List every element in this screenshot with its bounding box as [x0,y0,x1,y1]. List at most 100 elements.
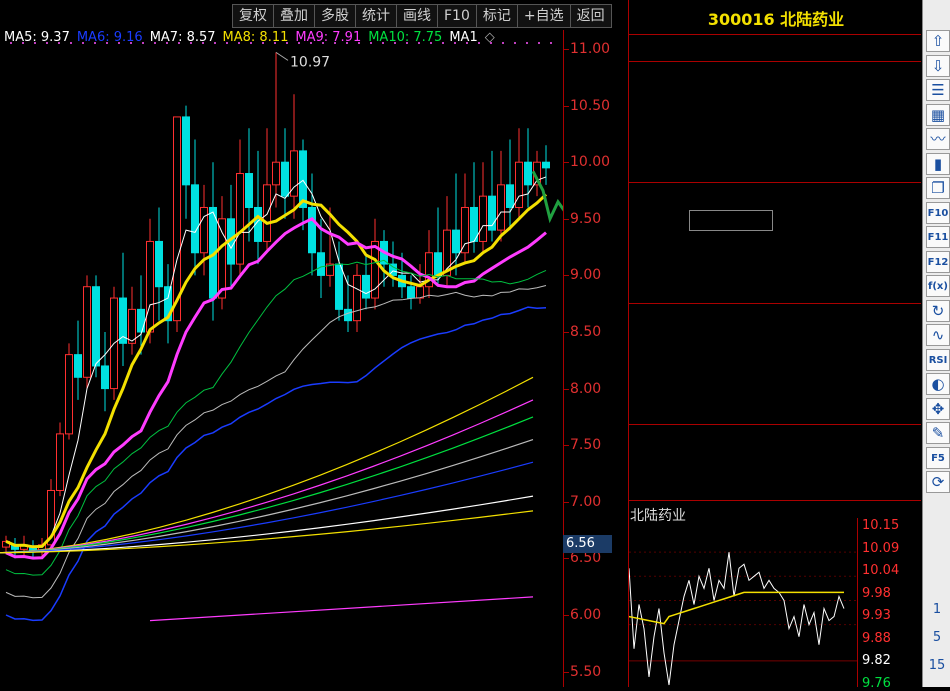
candle-body [173,116,181,322]
refresh-icon[interactable]: ↻ [926,299,950,322]
period-number[interactable]: 5 [923,630,950,645]
legend-dot [34,42,36,44]
intraday-price-tick: 9.98 [862,585,891,601]
legend-dot [526,42,528,44]
bid-row [629,281,921,304]
move-icon[interactable]: ✥ [926,397,950,420]
legend-dot [454,42,456,44]
intraday-chart[interactable] [629,518,857,687]
legend-dot [238,42,240,44]
legend-dot [298,42,300,44]
period-number[interactable]: 1 [923,602,950,617]
stock-title[interactable]: 300016 北陆药业 [629,6,923,30]
toolbar-button-4[interactable]: 画线 [396,4,438,28]
tick-mark [564,162,569,164]
legend-dot [166,42,168,44]
copy-icon[interactable]: ❐ [926,177,950,199]
legend-dot [154,42,156,44]
tick-mark [564,558,569,560]
toolbar-button-2[interactable]: 多股 [314,4,356,28]
stat-row [629,378,921,401]
bid-row [629,209,921,232]
legend-dot [10,42,12,44]
price-tick: 10.00 [570,154,611,171]
pencil-icon[interactable]: ✎ [926,422,950,444]
weibi-row [629,37,921,60]
down-arrow-icon[interactable]: ⇩ [926,54,950,77]
candle-body [92,286,100,367]
tick-mark [564,445,569,447]
ask-row [629,112,921,135]
period-number[interactable]: 15 [923,658,950,673]
candle-body [416,286,424,299]
f5-icon-label: F5 [931,452,945,464]
f10-icon-label: F10 [927,207,949,219]
toolbar-button-1[interactable]: 叠加 [273,4,315,28]
legend-dot [190,42,192,44]
legend-dot [538,42,540,44]
divider [629,424,921,425]
tick-mark [564,332,569,333]
bid-row [629,185,921,208]
candle-body [56,433,64,491]
candle-body [191,184,199,254]
up-arrow-icon[interactable]: ⇧ [926,30,950,52]
line-chart-icon[interactable]: 〰 [926,128,950,150]
toolbar-button-3[interactable]: 统计 [355,4,397,28]
bid-row [629,233,921,256]
candle-body [218,218,226,299]
legend-dot [382,42,384,44]
legend-dot [430,42,432,44]
intraday-price-line [629,552,845,686]
toolbar-button-5[interactable]: F10 [437,4,477,28]
tick-mark [564,671,569,673]
rsi-icon-label: RSI [928,354,948,366]
drop-icon[interactable]: ◐ [926,373,950,395]
legend-dot [130,42,132,44]
intraday-price-tick: 10.15 [862,518,900,533]
divider [629,61,921,62]
f10-icon[interactable]: F10 [926,201,950,224]
candle-body [452,229,460,254]
list-icon[interactable]: ☰ [926,79,950,101]
legend-dot [466,42,468,44]
f12-icon[interactable]: F12 [926,250,950,273]
candle-body [272,161,280,186]
toolbar-button-7[interactable]: +自选 [516,4,571,28]
forecast-line [531,170,563,224]
kline-icon[interactable]: ▮ [926,152,950,175]
candle-body [479,195,487,242]
legend-dot [46,42,48,44]
f5-icon[interactable]: F5 [926,446,950,469]
legend-dot [214,42,216,44]
legend-dot [142,42,144,44]
high-marker [275,51,289,61]
intraday-price-tick: 10.09 [862,540,900,556]
candle-body [200,206,208,254]
table-icon[interactable]: ▦ [926,103,950,126]
tick-mark [564,218,569,220]
candle-body [155,240,163,288]
candle-body [245,173,253,208]
cursor-price-flag: 6.56 [563,535,612,553]
legend-dot [250,42,252,44]
long-ma-line [0,399,534,554]
legend-dot [178,42,180,44]
tick-mark [564,501,569,503]
kline-chart[interactable]: 10.97 [0,30,563,687]
f11-icon[interactable]: F11 [926,226,950,248]
intraday-price-tick: 10.04 [862,563,900,578]
toolbar-button-0[interactable]: 复权 [232,4,274,28]
wave-icon[interactable]: ∿ [926,324,950,346]
legend-dot [334,42,336,44]
candle-body [128,308,136,344]
toolbar-button-8[interactable]: 返回 [569,4,612,28]
tick-mark [564,49,569,50]
divider [629,303,921,304]
price-tick: 5.50 [570,663,602,680]
intraday-price-tick: 9.76 [862,675,891,691]
fx-icon[interactable]: f(x) [926,275,950,297]
cycle-icon[interactable]: ⟳ [926,471,950,493]
toolbar-button-6[interactable]: 标记 [475,4,518,28]
rsi-icon[interactable]: RSI [926,348,950,371]
